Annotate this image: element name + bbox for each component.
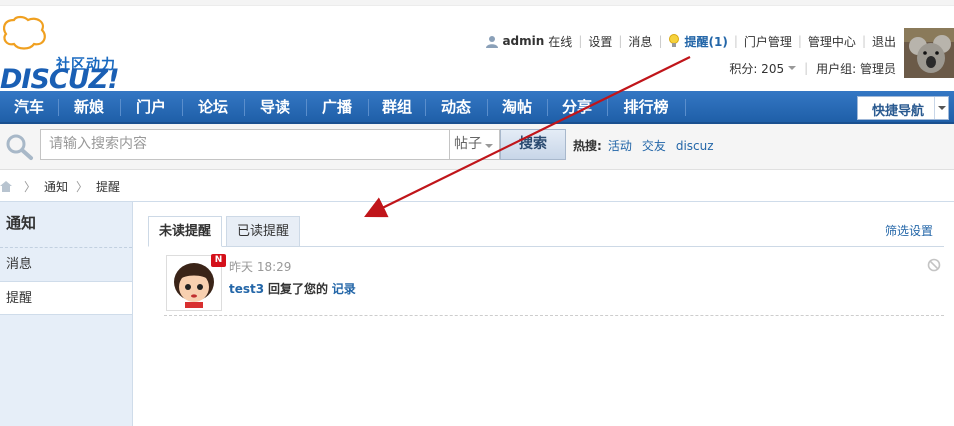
nav-item-forum[interactable]: 论坛 [183,91,243,124]
breadcrumb-remind[interactable]: 提醒 [96,178,120,195]
nav-item-guide[interactable]: 导读 [245,91,305,124]
hot-keyword[interactable]: 交友 [642,137,666,154]
search-input[interactable]: 请输入搜索内容 [40,129,450,160]
notice-user-link[interactable]: test3 [229,282,264,296]
filter-settings-link[interactable]: 筛选设置 [885,222,933,239]
chevron-down-icon[interactable] [934,97,948,119]
new-badge: N [211,254,226,267]
tab-unread[interactable]: 未读提醒 [148,216,223,247]
quick-nav-label: 快捷导航 [872,104,925,119]
settings-link[interactable]: 设置 [588,33,612,50]
notice-text: test3 回复了您的 记录 [229,280,356,297]
breadcrumb-separator: 〉 [24,179,37,194]
quick-nav-button[interactable]: 快捷导航 [857,96,949,120]
credit-bar: 积分: 205 | 用户组: 管理员 [729,59,896,77]
usergroup-link[interactable]: 用户组: 管理员 [816,60,896,77]
breadcrumb: 〉 通知 〉 提醒 [0,172,120,200]
sidebar: 通知 消息 提醒 [0,202,133,426]
divider: | [618,34,623,48]
speech-bubble-icon [3,15,46,50]
search-button[interactable]: 搜索 [500,129,566,160]
portal-admin-link[interactable]: 门户管理 [744,33,792,50]
search-type-select[interactable]: 帖子 [450,129,500,160]
nav-item-car[interactable]: 汽车 [0,91,58,124]
main-nav: 汽车 新娘 门户 论坛 导读 广播 群组 动态 淘帖 分享 排行榜 [0,91,954,124]
divider: | [578,34,583,48]
credits-link[interactable]: 积分: 205 [729,60,784,77]
chevron-down-icon[interactable] [788,66,797,70]
ignore-icon[interactable] [927,258,941,272]
search-icon [6,134,33,160]
breadcrumb-notify[interactable]: 通知 [44,178,68,195]
chevron-down-icon [485,144,493,148]
sidebar-item-messages[interactable]: 消息 [0,248,132,282]
site-logo[interactable]: 社区动力 DISCUZ! [0,14,140,95]
koala-avatar-image [904,28,954,78]
hot-search-label: 热搜: [573,139,602,153]
notice-verb: 回复了您的 [267,282,328,296]
nav-item-collection[interactable]: 淘帖 [488,91,546,124]
divider: | [797,34,802,48]
messages-link[interactable]: 消息 [628,33,652,50]
user-bar: admin 在线 | 设置 | 消息 | 提醒(1) | 门户管理 | 管理中心… [486,32,896,50]
search-type-value: 帖子 [454,136,482,152]
list-item: N 昨天 18:29 test3 回复了您的 记录 [164,254,944,316]
tab-read[interactable]: 已读提醒 [226,216,301,247]
breadcrumb-separator: 〉 [76,179,89,194]
logout-link[interactable]: 退出 [872,33,896,50]
hot-searches: 热搜: 活动 交友 discuz [573,137,724,154]
nav-item-groups[interactable]: 群组 [369,91,425,124]
divider: | [804,61,809,75]
online-status[interactable]: 在线 [548,33,572,50]
reminders-link[interactable]: 提醒(1) [684,33,727,50]
nav-item-share[interactable]: 分享 [548,91,606,124]
sidebar-title: 通知 [6,214,37,232]
sidebar-item-reminders[interactable]: 提醒 [0,281,132,315]
admin-center-link[interactable]: 管理中心 [808,33,856,50]
user-icon [486,35,499,48]
notice-object-link[interactable]: 记录 [332,282,356,296]
lightbulb-icon [669,34,680,47]
top-strip [0,0,954,6]
divider [0,201,954,202]
user-avatar[interactable] [904,28,954,78]
nav-item-bride[interactable]: 新娘 [59,91,119,124]
nav-item-feed[interactable]: 动态 [426,91,486,124]
username-link[interactable]: admin [502,34,544,48]
nav-item-broadcast[interactable]: 广播 [307,91,367,124]
nav-item-portal[interactable]: 门户 [121,91,181,124]
notice-time: 昨天 18:29 [229,260,292,274]
divider: | [861,34,866,48]
divider: | [733,34,738,48]
search-bar: 请输入搜索内容 帖子 搜索 热搜: 活动 交友 discuz [0,124,954,170]
nav-item-ranking[interactable]: 排行榜 [608,91,684,124]
avatar[interactable]: N [166,254,226,311]
divider: | [658,34,663,48]
hot-keyword[interactable]: discuz [676,139,714,153]
hot-keyword[interactable]: 活动 [608,137,632,154]
home-icon[interactable] [0,180,12,192]
nav-divider [685,99,686,116]
